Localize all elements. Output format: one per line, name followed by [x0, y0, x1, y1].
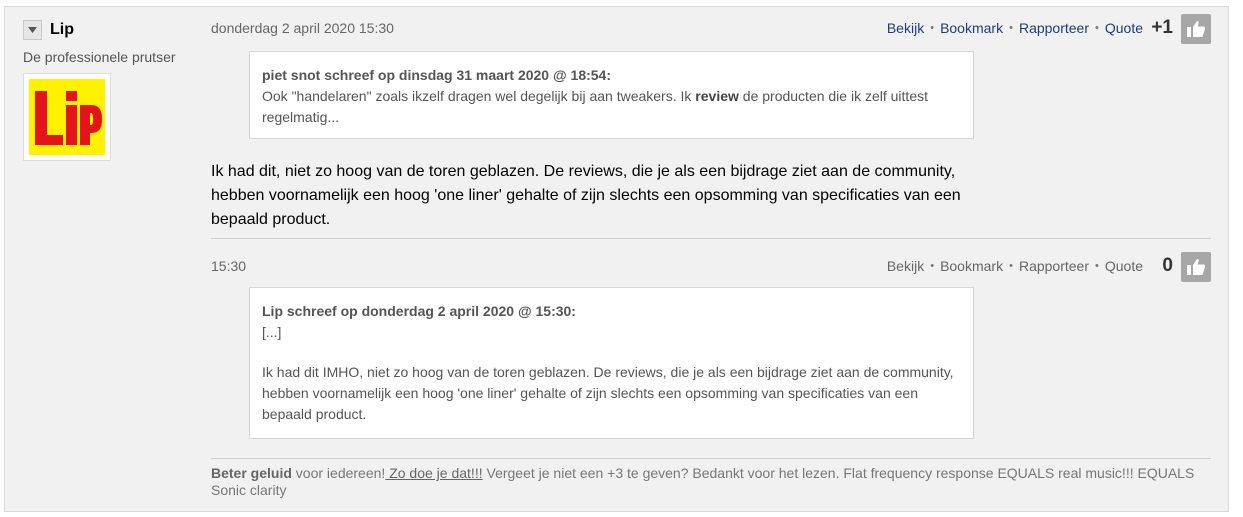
collapse-button[interactable] — [23, 20, 42, 40]
separator: • — [1095, 22, 1099, 34]
separator: • — [1009, 260, 1013, 272]
rapporteer-link[interactable]: Rapporteer — [1019, 20, 1089, 36]
quote-text-part: Ook "handelaren" zoals ikzelf dragen wel… — [262, 88, 696, 104]
quote-block: piet snot schreef op dinsdag 31 maart 20… — [249, 51, 974, 139]
signature-text: voor iedereen! — [291, 465, 386, 481]
bekijk-link[interactable]: Bekijk — [887, 258, 924, 274]
post-score: 0 — [1162, 255, 1173, 276]
quote-bold-word: review — [695, 88, 739, 104]
post-timestamp: donderdag 2 april 2020 15:30 — [211, 20, 394, 36]
signature-bold: Beter geluid — [211, 465, 292, 481]
separator: • — [930, 260, 935, 272]
user-info: Lip De professionele prutser — [23, 19, 193, 161]
thumbs-up-icon — [1187, 259, 1206, 275]
forum-post: Lip De professionele prutser donderdag 2… — [4, 6, 1229, 512]
like-button[interactable] — [1181, 252, 1211, 282]
signature-divider — [211, 458, 1211, 459]
quote-header: Lip schreef op donderdag 2 april 2020 @ … — [262, 303, 576, 319]
username[interactable]: Lip — [50, 21, 74, 39]
quote-link[interactable]: Quote — [1105, 258, 1143, 274]
separator: • — [1009, 22, 1013, 34]
post-actions: Bekijk • Bookmark • Rapporteer • Quote — [887, 258, 1143, 274]
avatar[interactable] — [29, 79, 105, 155]
rapporteer-link[interactable]: Rapporteer — [1019, 258, 1089, 274]
like-button[interactable] — [1181, 14, 1211, 44]
post-timestamp: 15:30 — [211, 258, 247, 274]
quote-link[interactable]: Quote — [1105, 20, 1143, 36]
quote-text: Ook "handelaren" zoals ikzelf dragen wel… — [262, 86, 961, 128]
user-title: De professionele prutser — [23, 49, 176, 65]
triangle-down-icon — [28, 27, 37, 33]
signature-link[interactable]: Zo doe je dat!!! — [385, 465, 482, 481]
post-body: Ik had dit, niet zo hoog van de toren ge… — [211, 163, 961, 228]
user-header: Lip — [23, 19, 193, 41]
bookmark-link[interactable]: Bookmark — [940, 258, 1003, 274]
message-divider — [211, 238, 1211, 239]
quote-text: Ik had dit IMHO, niet zo hoog van de tor… — [262, 364, 954, 422]
quote-block: Lip schreef op donderdag 2 april 2020 @ … — [249, 287, 974, 439]
post-score: +1 — [1151, 17, 1173, 38]
separator: • — [930, 22, 935, 34]
signature: Beter geluid voor iedereen! Zo doe je da… — [211, 465, 1201, 499]
quote-header: piet snot schreef op dinsdag 31 maart 20… — [262, 67, 611, 83]
separator: • — [1095, 260, 1099, 272]
thumbs-up-icon — [1187, 21, 1206, 37]
bookmark-link[interactable]: Bookmark — [940, 20, 1003, 36]
avatar-logo — [35, 91, 102, 145]
post-actions: Bekijk • Bookmark • Rapporteer • Quote — [887, 20, 1143, 36]
avatar-frame — [23, 73, 111, 161]
bekijk-link[interactable]: Bekijk — [887, 20, 924, 36]
quote-ellipsis: [...] — [262, 324, 282, 340]
